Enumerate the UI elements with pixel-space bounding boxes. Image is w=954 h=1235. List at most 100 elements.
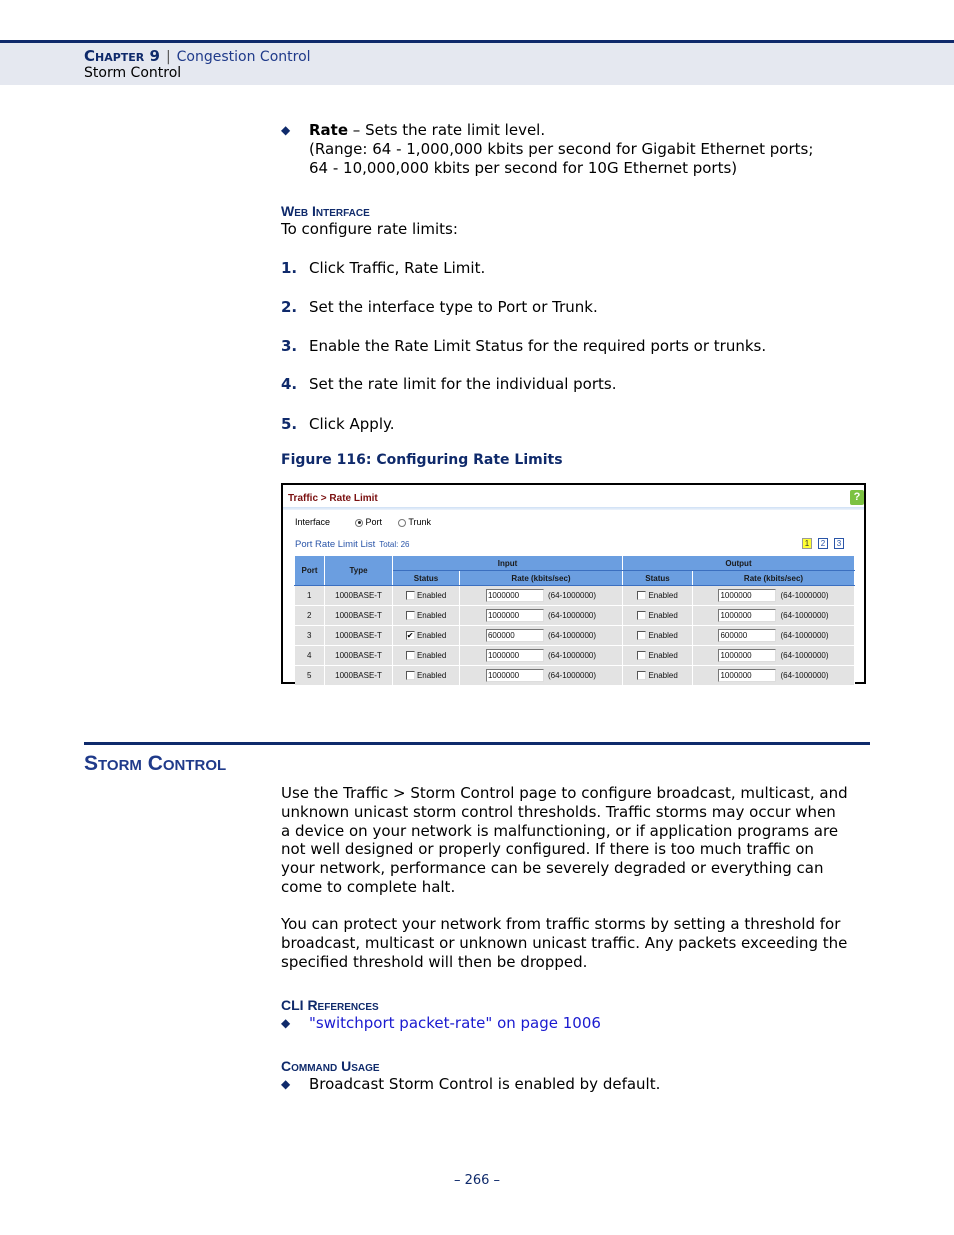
step-text: Set the interface type to Port or Trunk. <box>309 298 598 316</box>
cell-output-rate: 600000 (64-1000000) <box>692 625 855 646</box>
section-rule <box>84 742 870 745</box>
step-number: 2. <box>281 298 298 316</box>
page-link-2[interactable]: 2 <box>818 538 828 549</box>
input-rate-field[interactable]: 1000000 <box>485 669 544 682</box>
cell-type: 1000BASE-T <box>324 585 393 606</box>
range-hint: (64-1000000) <box>780 671 829 680</box>
running-header: Chapter 9 | Congestion Control Storm Contr… <box>0 40 954 85</box>
output-rate-field[interactable]: 1000000 <box>718 669 777 682</box>
input-rate-field[interactable]: 600000 <box>485 629 544 642</box>
header-separator: | <box>165 49 171 65</box>
step-text: Set the rate limit for the individual po… <box>309 375 617 393</box>
cell-port: 5 <box>294 665 325 686</box>
step-number: 5. <box>281 415 298 433</box>
checkbox-label: Enabled <box>416 670 447 680</box>
cell-input-status: Enabled <box>392 585 460 606</box>
range-hint: (64-1000000) <box>780 651 829 660</box>
cell-type: 1000BASE-T <box>324 605 393 626</box>
output-enabled-checkbox[interactable] <box>637 611 647 621</box>
cell-input-status: Enabled <box>392 625 460 646</box>
input-rate-field[interactable]: 1000000 <box>485 649 544 662</box>
output-enabled-checkbox[interactable] <box>637 631 647 641</box>
cell-type: 1000BASE-T <box>324 625 393 646</box>
range-hint: (64-1000000) <box>780 591 829 600</box>
input-enabled-checkbox[interactable] <box>405 651 415 661</box>
output-enabled-checkbox[interactable] <box>637 651 647 661</box>
cell-type: 1000BASE-T <box>324 665 393 686</box>
cell-output-status: Enabled <box>622 665 693 686</box>
para-line: not well designed or properly configured… <box>281 840 814 859</box>
cell-port: 4 <box>294 645 325 666</box>
input-enabled-checkbox[interactable] <box>405 631 415 641</box>
para-line: You can protect your network from traffi… <box>281 915 841 933</box>
col-input: Input <box>392 555 623 571</box>
interface-radio-port[interactable]: Port <box>355 517 382 527</box>
step-text: Click Apply. <box>309 415 395 433</box>
checkbox-label: Enabled <box>416 610 447 620</box>
table-row: 5 1000BASE-T Enabled 1000000 (64-1000000) E… <box>294 665 855 686</box>
diamond-bullet-icon: ◆ <box>281 1016 291 1030</box>
input-enabled-checkbox[interactable] <box>405 591 415 601</box>
chapter-number: Chapter 9 <box>84 47 160 65</box>
cell-type: 1000BASE-T <box>324 645 393 666</box>
cell-port: 3 <box>294 625 325 646</box>
range-hint: (64-1000000) <box>547 591 597 600</box>
list-title: Port Rate Limit List Total: 26 <box>295 539 410 550</box>
cell-output-status: Enabled <box>622 645 693 666</box>
cell-port: 1 <box>294 585 325 606</box>
figure-breadcrumb: Traffic > Rate Limit <box>288 493 378 504</box>
cell-input-rate: 1000000 (64-1000000) <box>459 605 623 626</box>
page-link-3[interactable]: 3 <box>834 538 844 549</box>
col-input-rate: Rate (kbits/sec) <box>459 570 623 586</box>
step-number: 1. <box>281 259 298 277</box>
cell-input-rate: 1000000 (64-1000000) <box>459 645 623 666</box>
rate-bullet: Rate – Sets the rate limit level. (Range… <box>309 121 813 178</box>
help-icon[interactable]: ? <box>850 490 864 505</box>
checkbox-label: Enabled <box>648 630 678 640</box>
output-rate-field[interactable]: 1000000 <box>718 589 777 602</box>
input-enabled-checkbox[interactable] <box>405 611 415 621</box>
step-number: 4. <box>281 375 298 393</box>
checkbox-label: Enabled <box>648 590 678 600</box>
para-line: specified threshold will then be dropped… <box>281 952 588 971</box>
section-title: Storm Control <box>84 65 182 81</box>
cell-output-status: Enabled <box>622 605 693 626</box>
rate-limit-table: Port Type Input Output Status Rate (kbit… <box>294 555 855 686</box>
para-line: your network, performance can be severel… <box>281 859 824 878</box>
cell-output-rate: 1000000 (64-1000000) <box>692 645 855 666</box>
range-hint: (64-1000000) <box>547 651 597 660</box>
output-rate-field[interactable]: 1000000 <box>718 649 777 662</box>
chapter-line: Chapter 9 | Congestion Control <box>84 47 311 65</box>
interface-radio-trunk[interactable]: Trunk <box>398 517 431 527</box>
output-rate-field[interactable]: 600000 <box>718 629 777 642</box>
step-text: Click Traffic, Rate Limit. <box>309 259 486 277</box>
output-enabled-checkbox[interactable] <box>637 591 647 601</box>
output-enabled-checkbox[interactable] <box>637 671 647 681</box>
rate-desc: – Sets the rate limit level. <box>348 121 546 139</box>
para-line: come to complete halt. <box>281 877 456 896</box>
command-usage-item: Broadcast Storm Control is enabled by de… <box>309 1075 661 1093</box>
command-usage-heading: Command Usage <box>281 1058 380 1074</box>
storm-para-1: Use the Traffic > Storm Control page to … <box>281 784 848 897</box>
cli-reference-link[interactable]: "switchport packet-rate" on page 1006 <box>309 1014 601 1033</box>
output-rate-field[interactable]: 1000000 <box>718 609 777 622</box>
cell-input-rate: 1000000 (64-1000000) <box>459 665 623 686</box>
input-rate-field[interactable]: 1000000 <box>485 589 544 602</box>
input-rate-field[interactable]: 1000000 <box>485 609 544 622</box>
list-title-text: Port Rate Limit List <box>295 539 376 550</box>
radio-label: Port <box>365 517 383 527</box>
page-number: – 266 – <box>453 1173 501 1188</box>
rate-range-line2: 64 - 10,000,000 kbits per second for 10G… <box>309 159 738 177</box>
step-number: 3. <box>281 337 298 355</box>
input-enabled-checkbox[interactable] <box>405 671 415 681</box>
col-output-status: Status <box>622 570 693 586</box>
diamond-bullet-icon: ◆ <box>281 123 291 137</box>
radio-label: Trunk <box>408 517 432 527</box>
step-text: Enable the Rate Limit Status for the req… <box>309 337 767 355</box>
figure-caption: Figure 116: Configuring Rate Limits <box>281 452 563 468</box>
radio-unselected-icon[interactable] <box>398 518 406 527</box>
range-hint: (64-1000000) <box>780 611 829 620</box>
col-output: Output <box>622 555 855 571</box>
radio-selected-icon[interactable] <box>355 518 363 527</box>
page-link-1[interactable]: 1 <box>802 538 812 549</box>
